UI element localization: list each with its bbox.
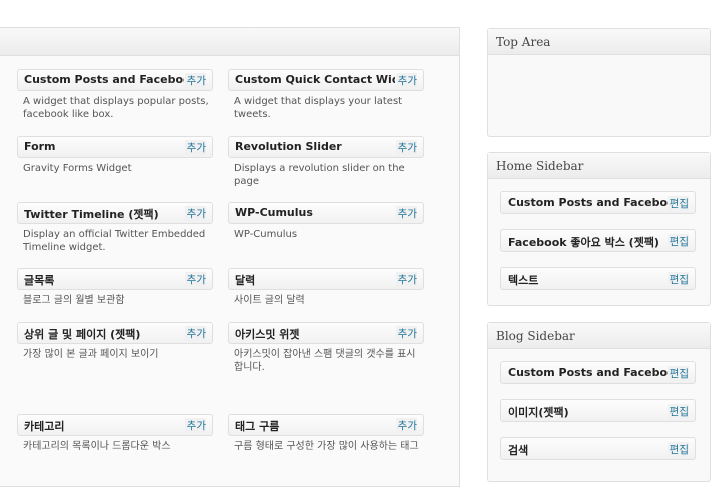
- widget-bar[interactable]: 태그 구름 추가: [228, 414, 424, 436]
- sidebar-widget-title: Custom Posts and Facebook Tabs: [508, 366, 676, 379]
- sidebar-title[interactable]: Blog Sidebar: [488, 323, 710, 349]
- sidebar-widget[interactable]: Custom Posts and Facebook Tabs 편집: [500, 191, 696, 214]
- available-widget[interactable]: 태그 구름 추가 구름 형태로 구성한 가장 많이 사용하는 태그: [228, 414, 424, 453]
- edit-widget-link[interactable]: 편집: [667, 366, 689, 381]
- available-widget[interactable]: 카테고리 추가 카테고리의 목록이나 드롭다운 박스: [17, 414, 213, 453]
- available-widget[interactable]: WP-Cumulus 추가 WP-Cumulus: [228, 202, 424, 241]
- available-widgets-panel: Custom Posts and Facebook Tabs 추가 A widg…: [0, 27, 460, 487]
- edit-widget-link[interactable]: 편집: [667, 442, 689, 457]
- widget-description: 사이트 글의 달력: [234, 295, 305, 306]
- widget-title: Custom Posts and Facebook Tabs: [24, 73, 184, 86]
- widget-bar[interactable]: 달력 추가: [228, 268, 424, 290]
- available-widget[interactable]: Custom Quick Contact Widget 추가 A widget …: [228, 69, 424, 121]
- widget-description: 블로그 글의 월별 보관함: [23, 295, 125, 306]
- available-widget[interactable]: Form 추가 Gravity Forms Widget: [17, 136, 213, 175]
- widget-description: Displays a revolution slider on the page: [234, 163, 405, 187]
- edit-widget-link[interactable]: 편집: [667, 196, 689, 211]
- sidebar-widget-title: 검색: [508, 444, 529, 457]
- add-widget-link[interactable]: 추가: [395, 73, 417, 88]
- widget-title: Revolution Slider: [235, 140, 342, 153]
- sidebar-widget[interactable]: 이미지(젯팩) 편집: [500, 399, 696, 422]
- sidebar-widget-title: 텍스트: [508, 274, 539, 287]
- widget-bar[interactable]: Twitter Timeline (젯팩) 추가: [17, 202, 213, 224]
- add-widget-link[interactable]: 추가: [184, 140, 206, 155]
- sidebar-home[interactable]: Home Sidebar Custom Posts and Facebook T…: [487, 152, 711, 306]
- sidebar-widget[interactable]: Facebook 좋아요 박스 (젯팩) 편집: [500, 229, 696, 252]
- available-widgets-header: [0, 28, 459, 56]
- widget-title: Form: [24, 140, 56, 153]
- sidebar-title[interactable]: Top Area: [488, 29, 710, 55]
- sidebar-widget-title: 이미지(젯팩): [508, 406, 569, 419]
- sidebar-widget[interactable]: 검색 편집: [500, 437, 696, 460]
- widget-bar[interactable]: 아키스밋 위젯 추가: [228, 322, 424, 344]
- widget-title: 태그 구름: [235, 420, 280, 433]
- widget-bar[interactable]: Custom Quick Contact Widget 추가: [228, 69, 424, 91]
- available-widget[interactable]: 상위 글 및 페이지 (젯팩) 추가 가장 많이 본 글과 페이지 보이기: [17, 322, 213, 361]
- widget-title: WP-Cumulus: [235, 206, 313, 219]
- widget-description: Display an official Twitter Embedded Tim…: [23, 229, 206, 253]
- widget-title: Custom Quick Contact Widget: [235, 73, 395, 86]
- add-widget-link[interactable]: 추가: [184, 326, 206, 341]
- sidebar-title[interactable]: Home Sidebar: [488, 153, 710, 179]
- edit-widget-link[interactable]: 편집: [667, 234, 689, 249]
- available-widget[interactable]: Revolution Slider 추가 Displays a revoluti…: [228, 136, 424, 188]
- add-widget-link[interactable]: 추가: [184, 206, 206, 221]
- available-widget[interactable]: Twitter Timeline (젯팩) 추가 Display an offi…: [17, 202, 213, 254]
- widget-title: 달력: [235, 274, 256, 287]
- widget-title: 글목록: [24, 274, 55, 287]
- sidebar-widget-title: Facebook 좋아요 박스 (젯팩): [508, 236, 659, 249]
- widget-description: 아키스밋이 잡아낸 스팸 댓글의 갯수를 표시합니다.: [234, 349, 416, 373]
- sidebar-widget[interactable]: 텍스트 편집: [500, 267, 696, 290]
- available-widget[interactable]: 글목록 추가 블로그 글의 월별 보관함: [17, 268, 213, 307]
- widget-title: Twitter Timeline (젯팩): [24, 208, 159, 221]
- available-widget[interactable]: 달력 추가 사이트 글의 달력: [228, 268, 424, 307]
- available-widget[interactable]: 아키스밋 위젯 추가 아키스밋이 잡아낸 스팸 댓글의 갯수를 표시합니다.: [228, 322, 424, 374]
- sidebar-widget[interactable]: Custom Posts and Facebook Tabs 편집: [500, 361, 696, 384]
- widget-title: 아키스밋 위젯: [235, 328, 300, 341]
- widget-description: 가장 많이 본 글과 페이지 보이기: [23, 349, 159, 360]
- widget-bar[interactable]: 카테고리 추가: [17, 414, 213, 436]
- widget-description: 카테고리의 목록이나 드롭다운 박스: [23, 441, 171, 452]
- widget-bar[interactable]: Revolution Slider 추가: [228, 136, 424, 158]
- add-widget-link[interactable]: 추가: [395, 418, 417, 433]
- widget-description: 구름 형태로 구성한 가장 많이 사용하는 태그: [234, 441, 419, 452]
- add-widget-link[interactable]: 추가: [184, 73, 206, 88]
- add-widget-link[interactable]: 추가: [184, 418, 206, 433]
- edit-widget-link[interactable]: 편집: [667, 404, 689, 419]
- add-widget-link[interactable]: 추가: [395, 326, 417, 341]
- widget-bar[interactable]: 글목록 추가: [17, 268, 213, 290]
- add-widget-link[interactable]: 추가: [395, 272, 417, 287]
- widget-bar[interactable]: 상위 글 및 페이지 (젯팩) 추가: [17, 322, 213, 344]
- widget-description: A widget that displays your latest tweet…: [234, 96, 403, 120]
- widget-title: 상위 글 및 페이지 (젯팩): [24, 328, 141, 341]
- widget-bar[interactable]: Form 추가: [17, 136, 213, 158]
- sidebar-widget-title: Custom Posts and Facebook Tabs: [508, 196, 676, 209]
- widget-bar[interactable]: Custom Posts and Facebook Tabs 추가: [17, 69, 213, 91]
- add-widget-link[interactable]: 추가: [395, 206, 417, 221]
- widget-bar[interactable]: WP-Cumulus 추가: [228, 202, 424, 224]
- widget-title: 카테고리: [24, 420, 65, 433]
- add-widget-link[interactable]: 추가: [395, 140, 417, 155]
- widget-description: Gravity Forms Widget: [23, 163, 132, 174]
- widget-description: WP-Cumulus: [234, 229, 298, 240]
- add-widget-link[interactable]: 추가: [184, 272, 206, 287]
- sidebar-blog[interactable]: Blog Sidebar Custom Posts and Facebook T…: [487, 322, 711, 482]
- sidebar-top-area[interactable]: Top Area: [487, 28, 711, 137]
- available-widget[interactable]: Custom Posts and Facebook Tabs 추가 A widg…: [17, 69, 213, 121]
- edit-widget-link[interactable]: 편집: [667, 272, 689, 287]
- widget-description: A widget that displays popular posts, fa…: [23, 96, 209, 120]
